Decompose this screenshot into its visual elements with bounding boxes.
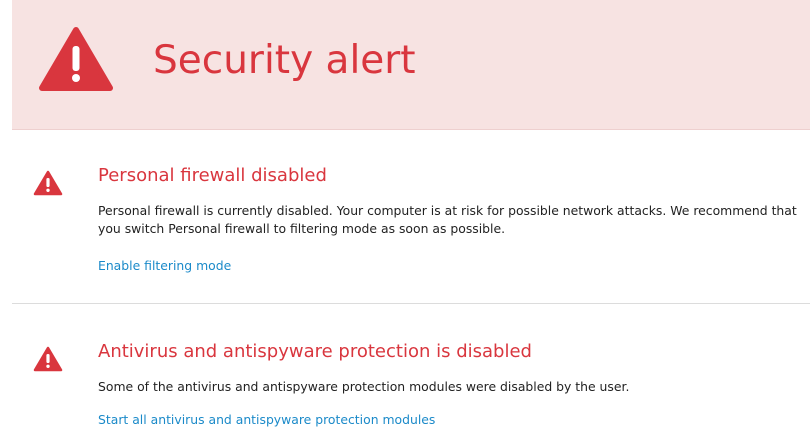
warning-triangle-icon [33, 346, 63, 372]
alert-item-antivirus: Antivirus and antispyware protection is … [12, 305, 810, 441]
warning-triangle-icon [33, 170, 63, 196]
warning-triangle-icon [39, 27, 113, 91]
alert-item-firewall: Personal firewall disabled Personal fire… [12, 131, 810, 304]
alert-header: Security alert [12, 0, 810, 130]
page-title: Security alert [153, 38, 416, 83]
security-alert-window: Security alert Personal firewall disable… [0, 0, 810, 441]
alert-title: Personal firewall disabled [98, 165, 327, 186]
enable-filtering-mode-link[interactable]: Enable filtering mode [98, 257, 231, 275]
start-protection-modules-link[interactable]: Start all antivirus and antispyware prot… [98, 411, 435, 429]
alert-description: Personal firewall is currently disabled.… [98, 203, 797, 236]
alert-description: Some of the antivirus and antispyware pr… [98, 379, 630, 394]
alert-title: Antivirus and antispyware protection is … [98, 341, 532, 362]
